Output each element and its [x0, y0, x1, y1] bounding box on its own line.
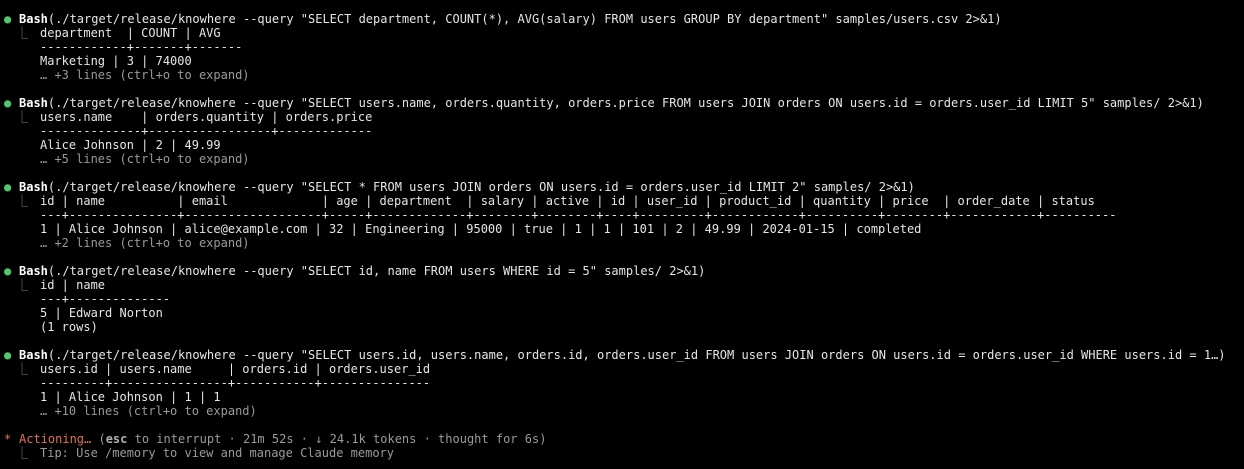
output-table-row: 1 | Alice Johnson | 1 | 1	[40, 390, 221, 404]
output-row-line: Alice Johnson | 2 | 49.99	[4, 138, 1240, 152]
tool-call-command-line: ● Bash(./target/release/knowhere --query …	[4, 96, 1240, 110]
output-row-line: 1 | Alice Johnson | alice@example.com | …	[4, 222, 1240, 236]
tool-call-block: ● Bash(./target/release/knowhere --query …	[4, 180, 1240, 250]
output-header-line: ⎿ users.name | orders.quantity | orders.p…	[4, 110, 1240, 124]
output-table-separator: ---------+----------------+-----------+-…	[40, 376, 431, 390]
tool-call-block: ● Bash(./target/release/knowhere --query …	[4, 264, 1240, 334]
output-table-row: (1 rows)	[40, 320, 98, 334]
output-table-header: users.id | users.name | orders.id | orde…	[40, 362, 431, 376]
output-table-separator: --------------+-----------------+-------…	[40, 124, 373, 138]
output-separator-line: ---------+----------------+-----------+-…	[4, 376, 1240, 390]
status-open-paren: (	[91, 432, 106, 446]
elbow-connector-icon: ⎿	[15, 278, 28, 292]
status-details: to interrupt · 21m 52s · ↓ 24.1k tokens …	[127, 432, 547, 446]
status-activity-word: Actioning…	[19, 432, 92, 446]
output-table-separator: ---+---------------+-------------------+…	[40, 208, 1117, 222]
output-header-line: ⎿ id | name | email | age | department | …	[4, 194, 1240, 208]
output-separator-line: ---+--------------	[4, 292, 1240, 306]
tool-command: (./target/release/knowhere --query "SELE…	[47, 180, 915, 194]
block-gap	[4, 250, 1240, 264]
output-table-separator: ------------+-------+-------	[40, 40, 243, 54]
output-table-header: id | name | email | age | department | s…	[40, 194, 1095, 208]
output-table-row: Alice Johnson | 2 | 49.99	[40, 138, 221, 152]
tool-call-block: ● Bash(./target/release/knowhere --query …	[4, 96, 1240, 166]
tool-call-command-line: ● Bash(./target/release/knowhere --query …	[4, 264, 1240, 278]
expand-collapsed-output[interactable]: … +3 lines (ctrl+o to expand)	[40, 68, 250, 82]
success-bullet-icon: ●	[4, 348, 12, 362]
success-bullet-icon: ●	[4, 12, 12, 26]
elbow-connector-icon: ⎿	[15, 110, 28, 124]
tool-command: (./target/release/knowhere --query "SELE…	[47, 264, 706, 278]
output-table-header: id | name	[40, 278, 106, 292]
expand-collapsed-output[interactable]: … +5 lines (ctrl+o to expand)	[40, 152, 250, 166]
tool-name: Bash	[19, 348, 48, 362]
output-header-line: ⎿ users.id | users.name | orders.id | ord…	[4, 362, 1240, 376]
output-table-header: department | COUNT | AVG	[40, 26, 221, 40]
success-bullet-icon: ●	[4, 180, 12, 194]
block-gap	[4, 334, 1240, 348]
status-line: * Actioning… (esc to interrupt · 21m 52s …	[4, 432, 1240, 446]
tool-name: Bash	[19, 264, 48, 278]
block-gap	[4, 166, 1240, 180]
tool-call-block: ● Bash(./target/release/knowhere --query …	[4, 12, 1240, 82]
tip-text: Tip: Use /memory to view and manage Clau…	[40, 446, 395, 460]
tool-name: Bash	[19, 180, 48, 194]
success-bullet-icon: ●	[4, 264, 12, 278]
output-table-row: 5 | Edward Norton	[40, 306, 163, 320]
terminal-output: ● Bash(./target/release/knowhere --query …	[4, 12, 1240, 460]
collapsed-lines-line: … +5 lines (ctrl+o to expand)	[4, 152, 1240, 166]
output-table-header: users.name | orders.quantity | orders.pr…	[40, 110, 373, 124]
tool-name: Bash	[19, 96, 48, 110]
tool-command: (./target/release/knowhere --query "SELE…	[47, 96, 1204, 110]
success-bullet-icon: ●	[4, 96, 12, 110]
tool-call-command-line: ● Bash(./target/release/knowhere --query …	[4, 348, 1240, 362]
collapsed-lines-line: … +10 lines (ctrl+o to expand)	[4, 404, 1240, 418]
elbow-connector-icon: ⎿	[15, 362, 28, 376]
tool-call-block: ● Bash(./target/release/knowhere --query …	[4, 348, 1240, 418]
collapsed-lines-line: … +3 lines (ctrl+o to expand)	[4, 68, 1240, 82]
elbow-connector-icon: ⎿	[15, 446, 28, 460]
output-separator-line: ---+---------------+-------------------+…	[4, 208, 1240, 222]
output-row-line: 5 | Edward Norton	[4, 306, 1240, 320]
tip-line: ⎿ Tip: Use /memory to view and manage Cla…	[4, 446, 1240, 460]
block-gap	[4, 82, 1240, 96]
output-row-line: Marketing | 3 | 74000	[4, 54, 1240, 68]
output-table-separator: ---+--------------	[40, 292, 171, 306]
output-header-line: ⎿ department | COUNT | AVG	[4, 26, 1240, 40]
block-gap	[4, 418, 1240, 432]
expand-collapsed-output[interactable]: … +2 lines (ctrl+o to expand)	[40, 236, 250, 250]
collapsed-lines-line: … +2 lines (ctrl+o to expand)	[4, 236, 1240, 250]
tool-command: (./target/release/knowhere --query "SELE…	[47, 12, 1002, 26]
elbow-connector-icon: ⎿	[15, 194, 28, 208]
output-row-line: (1 rows)	[4, 320, 1240, 334]
output-separator-line: ------------+-------+-------	[4, 40, 1240, 54]
expand-collapsed-output[interactable]: … +10 lines (ctrl+o to expand)	[40, 404, 257, 418]
output-table-row: Marketing | 3 | 74000	[40, 54, 192, 68]
tool-command: (./target/release/knowhere --query "SELE…	[47, 348, 1226, 362]
interrupt-key-hint: esc	[105, 432, 128, 446]
output-table-row: 1 | Alice Johnson | alice@example.com | …	[40, 222, 922, 236]
spinner-star-icon: *	[4, 432, 12, 446]
tool-name: Bash	[19, 12, 48, 26]
tool-call-command-line: ● Bash(./target/release/knowhere --query …	[4, 180, 1240, 194]
output-header-line: ⎿ id | name	[4, 278, 1240, 292]
output-separator-line: --------------+-----------------+-------…	[4, 124, 1240, 138]
output-row-line: 1 | Alice Johnson | 1 | 1	[4, 390, 1240, 404]
tool-call-command-line: ● Bash(./target/release/knowhere --query …	[4, 12, 1240, 26]
elbow-connector-icon: ⎿	[15, 26, 28, 40]
